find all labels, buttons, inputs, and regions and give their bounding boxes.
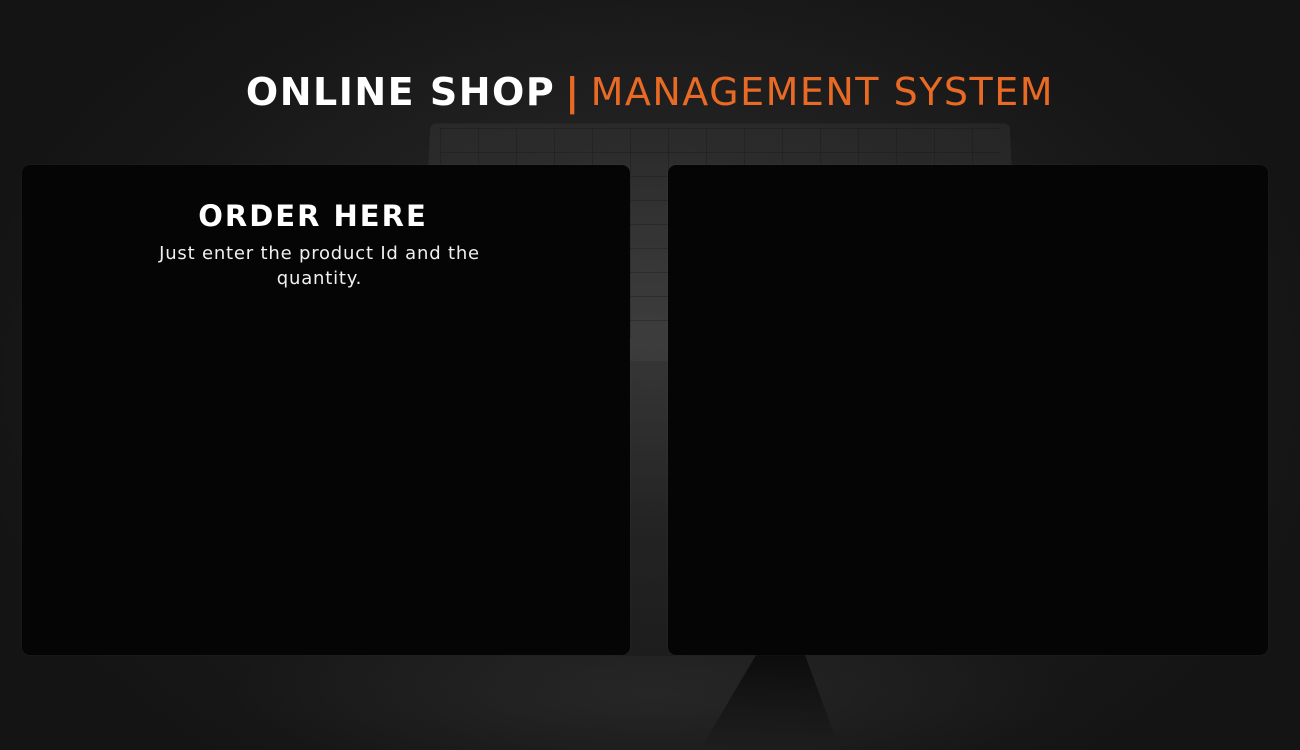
title-primary: ONLINE SHOP (245, 70, 556, 114)
order-panel: ORDER HERE Just enter the product Id and… (22, 165, 630, 655)
title-secondary: MANAGEMENT SYSTEM (590, 70, 1055, 114)
background-floor (0, 656, 1300, 750)
title-separator: | (565, 70, 581, 114)
right-panel (668, 165, 1268, 655)
order-description: Just enter the product Id and the quanti… (159, 243, 480, 289)
order-heading: ORDER HERE (198, 199, 428, 233)
page-title: ONLINE SHOP | MANAGEMENT SYSTEM (0, 70, 1300, 114)
